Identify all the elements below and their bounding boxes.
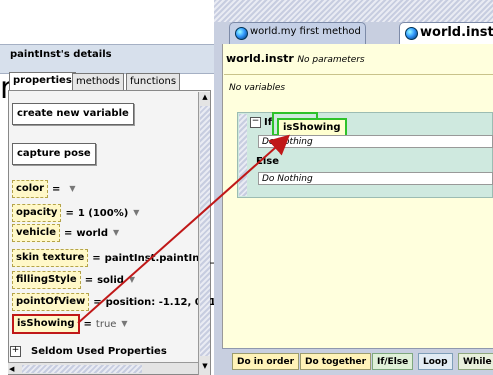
scroll-down-icon[interactable]: ▼ (200, 362, 210, 372)
globe-icon (405, 27, 418, 40)
while-button[interactable]: While (458, 353, 493, 370)
scroll-left-icon[interactable]: ◀ (9, 364, 19, 374)
method-editor (222, 44, 493, 375)
do-together-button[interactable]: Do together (300, 353, 372, 370)
method-signature: world.instr No parameters (226, 52, 365, 65)
details-header: paintInst's details (0, 44, 214, 74)
property-tile-color[interactable]: color (12, 180, 49, 198)
property-tile-is-showing[interactable]: isShowing (12, 314, 80, 334)
property-value[interactable]: solid (97, 275, 124, 286)
dropdown-arrow-icon[interactable]: ▼ (119, 319, 129, 329)
scrollbar-track[interactable] (200, 106, 210, 356)
tab-functions[interactable]: functions (126, 73, 181, 91)
create-variable-button[interactable]: create new variable (12, 103, 134, 125)
if-header: − If (250, 117, 272, 128)
else-keyword: Else (256, 156, 279, 167)
property-row: opacity = 1 (100%) ▼ (12, 203, 141, 223)
property-value[interactable]: 1 (100%) (78, 208, 128, 219)
property-row: vehicle = world ▼ (12, 223, 121, 243)
property-tile-point-of-view[interactable]: pointOfView (12, 293, 90, 311)
divider (224, 74, 493, 75)
tab-world-instr[interactable]: world.instr (399, 22, 493, 44)
property-value[interactable]: true (96, 319, 117, 330)
loop-button[interactable]: Loop (418, 353, 453, 370)
do-nothing-slot[interactable]: Do Nothing (258, 172, 493, 185)
tab-world-my-first-method[interactable]: world.my first method (229, 22, 366, 44)
if-else-button[interactable]: If/Else (372, 353, 414, 370)
dropdown-arrow-icon[interactable]: ▼ (111, 228, 121, 238)
property-row: skin texture = paintInst.paintInst_T (12, 248, 222, 268)
parameters-label: No parameters (297, 55, 365, 65)
globe-icon (235, 27, 248, 40)
property-tile-filling-style[interactable]: fillingStyle (12, 271, 81, 289)
vertical-scrollbar[interactable]: ▲ ▼ (198, 92, 210, 375)
no-variables-label: No variables (229, 83, 286, 93)
property-value[interactable]: world (76, 228, 108, 239)
tab-properties[interactable]: properties (9, 72, 76, 91)
property-tile-skin-texture[interactable]: skin texture (12, 249, 89, 267)
if-keyword: If (264, 117, 273, 128)
do-in-order-button[interactable]: Do in order (232, 353, 300, 370)
tab-methods[interactable]: methods (72, 73, 124, 91)
scroll-up-icon[interactable]: ▲ (200, 93, 210, 103)
property-row: color = ▼ (12, 179, 77, 199)
dropdown-arrow-icon[interactable]: ▼ (127, 275, 137, 285)
expand-icon[interactable]: + (10, 346, 21, 357)
seldom-used-row[interactable]: + Seldom Used Properties (10, 346, 167, 357)
capture-pose-button[interactable]: capture pose (12, 143, 96, 165)
property-row: isShowing = true ▼ (12, 314, 129, 334)
dropdown-arrow-icon[interactable]: ▼ (67, 184, 77, 194)
drag-handle[interactable] (239, 114, 247, 196)
property-tile-opacity[interactable]: opacity (12, 204, 62, 222)
dropdown-arrow-icon[interactable]: ▼ (131, 208, 141, 218)
method-name: world.instr (226, 52, 294, 65)
property-row: fillingStyle = solid ▼ (12, 270, 137, 290)
horizontal-scrollbar[interactable]: ◀ (8, 362, 198, 374)
collapse-icon[interactable]: − (250, 117, 261, 128)
seldom-used-label: Seldom Used Properties (31, 346, 167, 357)
property-tile-vehicle[interactable]: vehicle (12, 224, 60, 242)
property-row: pointOfView = position: -1.12, 0, 1.9 (12, 292, 227, 312)
do-nothing-slot[interactable]: Do Nothing (258, 135, 493, 148)
hscroll-thumb[interactable] (22, 365, 142, 373)
